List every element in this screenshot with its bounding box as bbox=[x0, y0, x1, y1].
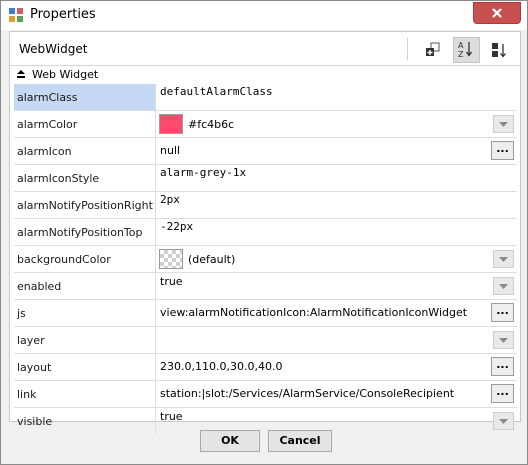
sort-az-button[interactable]: A Z bbox=[453, 37, 480, 63]
cancel-button[interactable]: Cancel bbox=[268, 430, 332, 452]
property-row-alarmClass[interactable]: alarmClass defaultAlarmClass bbox=[14, 84, 517, 111]
section-web-widget[interactable]: Web Widget bbox=[10, 66, 520, 83]
browse-button[interactable]: ... bbox=[491, 384, 514, 403]
svg-text:A: A bbox=[458, 41, 464, 50]
property-name: layout bbox=[14, 354, 156, 380]
close-button[interactable] bbox=[473, 2, 521, 24]
property-value-enabled[interactable]: true bbox=[157, 273, 517, 299]
ok-button[interactable]: OK bbox=[200, 430, 260, 452]
chevron-down-icon bbox=[499, 418, 508, 424]
title-bar[interactable]: Properties bbox=[1, 1, 527, 30]
value-text: null bbox=[160, 144, 181, 157]
section-label: Web Widget bbox=[32, 68, 99, 81]
property-value-alarmIcon[interactable]: null ... bbox=[157, 138, 517, 164]
property-row-js[interactable]: js view:alarmNotificationIcon:AlarmNotif… bbox=[14, 300, 517, 327]
property-value-backgroundColor[interactable]: (default) bbox=[157, 246, 517, 272]
dropdown-button[interactable] bbox=[493, 331, 514, 349]
property-name: alarmColor bbox=[14, 111, 156, 137]
property-row-layout[interactable]: layout 230.0,110.0,30.0,40.0 ... bbox=[14, 354, 517, 381]
toolbar-separator bbox=[407, 38, 408, 60]
property-row-visible[interactable]: visible true bbox=[14, 408, 517, 434]
browse-button[interactable]: ... bbox=[491, 357, 514, 376]
property-name: alarmClass bbox=[14, 84, 156, 110]
text-field[interactable]: defaultAlarmClass bbox=[160, 85, 273, 98]
chevron-down-icon bbox=[499, 283, 508, 289]
property-value-layout[interactable]: 230.0,110.0,30.0,40.0 ... bbox=[157, 354, 517, 380]
property-row-link[interactable]: link station:|slot:/Services/AlarmServic… bbox=[14, 381, 517, 408]
property-name: alarmIconStyle bbox=[14, 165, 156, 191]
add-slot-button[interactable] bbox=[420, 37, 447, 63]
property-name: backgroundColor bbox=[14, 246, 156, 272]
property-row-alarmNotifyPositionRight[interactable]: alarmNotifyPositionRight 2px bbox=[14, 192, 517, 219]
property-name: enabled bbox=[14, 273, 156, 299]
chevron-down-icon bbox=[499, 256, 508, 262]
close-icon bbox=[492, 8, 502, 18]
add-slot-icon bbox=[426, 42, 440, 56]
properties-dialog: Properties WebWidget A Z Web Widget alar… bbox=[0, 0, 528, 465]
color-value: (default) bbox=[188, 253, 236, 266]
color-value: #fc4b6c bbox=[188, 118, 235, 131]
browse-button[interactable]: ... bbox=[491, 141, 514, 160]
header-title: WebWidget bbox=[19, 42, 88, 56]
dropdown-button[interactable] bbox=[493, 412, 514, 430]
property-sheet: WebWidget A Z Web Widget alarmClass defa… bbox=[9, 31, 521, 434]
property-value-alarmNotifyPositionTop[interactable]: -22px bbox=[157, 219, 517, 245]
select-value[interactable]: true bbox=[160, 410, 183, 423]
svg-text:Z: Z bbox=[458, 50, 464, 59]
property-row-alarmIcon[interactable]: alarmIcon null ... bbox=[14, 138, 517, 165]
property-name: layer bbox=[14, 327, 156, 353]
property-row-alarmIconStyle[interactable]: alarmIconStyle alarm-grey-1x bbox=[14, 165, 517, 192]
sort-az-icon: A Z bbox=[458, 41, 473, 59]
property-row-alarmColor[interactable]: alarmColor #fc4b6c bbox=[14, 111, 517, 138]
text-field[interactable]: 2px bbox=[160, 193, 180, 206]
property-row-enabled[interactable]: enabled true bbox=[14, 273, 517, 300]
value-text: station:|slot:/Services/AlarmService/Con… bbox=[160, 387, 455, 400]
collapse-icon[interactable] bbox=[16, 69, 26, 79]
value-text: 230.0,110.0,30.0,40.0 bbox=[160, 360, 283, 373]
chevron-down-icon bbox=[499, 337, 508, 343]
sheet-header: WebWidget A Z bbox=[10, 32, 520, 66]
property-value-alarmNotifyPositionRight[interactable]: 2px bbox=[157, 192, 517, 218]
dropdown-button[interactable] bbox=[493, 115, 514, 133]
select-value[interactable]: true bbox=[160, 275, 183, 288]
property-name: alarmIcon bbox=[14, 138, 156, 164]
text-field[interactable]: -22px bbox=[160, 220, 193, 233]
chevron-down-icon bbox=[499, 121, 508, 127]
browse-button[interactable]: ... bbox=[491, 303, 514, 322]
property-value-layer[interactable] bbox=[157, 327, 517, 353]
property-value-alarmClass[interactable]: defaultAlarmClass bbox=[157, 84, 517, 110]
color-swatch[interactable] bbox=[159, 114, 183, 134]
sort-order-button[interactable] bbox=[485, 37, 512, 63]
property-value-alarmIconStyle[interactable]: alarm-grey-1x bbox=[157, 165, 517, 191]
property-value-link[interactable]: station:|slot:/Services/AlarmService/Con… bbox=[157, 381, 517, 407]
property-row-layer[interactable]: layer bbox=[14, 327, 517, 354]
property-name: alarmNotifyPositionRight bbox=[14, 192, 156, 218]
property-row-alarmNotifyPositionTop[interactable]: alarmNotifyPositionTop -22px bbox=[14, 219, 517, 246]
app-icon bbox=[9, 8, 23, 22]
property-row-backgroundColor[interactable]: backgroundColor (default) bbox=[14, 246, 517, 273]
text-field[interactable]: alarm-grey-1x bbox=[160, 166, 246, 179]
property-name: visible bbox=[14, 408, 156, 434]
property-name: link bbox=[14, 381, 156, 407]
property-name: js bbox=[14, 300, 156, 326]
dropdown-button[interactable] bbox=[493, 277, 514, 295]
color-swatch[interactable] bbox=[159, 249, 183, 269]
property-grid: alarmClass defaultAlarmClass alarmColor … bbox=[14, 84, 517, 434]
property-value-js[interactable]: view:alarmNotificationIcon:AlarmNotifica… bbox=[157, 300, 517, 326]
window-title: Properties bbox=[30, 7, 96, 22]
value-text: view:alarmNotificationIcon:AlarmNotifica… bbox=[160, 306, 468, 319]
property-value-alarmColor[interactable]: #fc4b6c bbox=[157, 111, 517, 137]
dropdown-button[interactable] bbox=[493, 250, 514, 268]
property-name: alarmNotifyPositionTop bbox=[14, 219, 156, 245]
sort-order-icon bbox=[492, 43, 506, 58]
